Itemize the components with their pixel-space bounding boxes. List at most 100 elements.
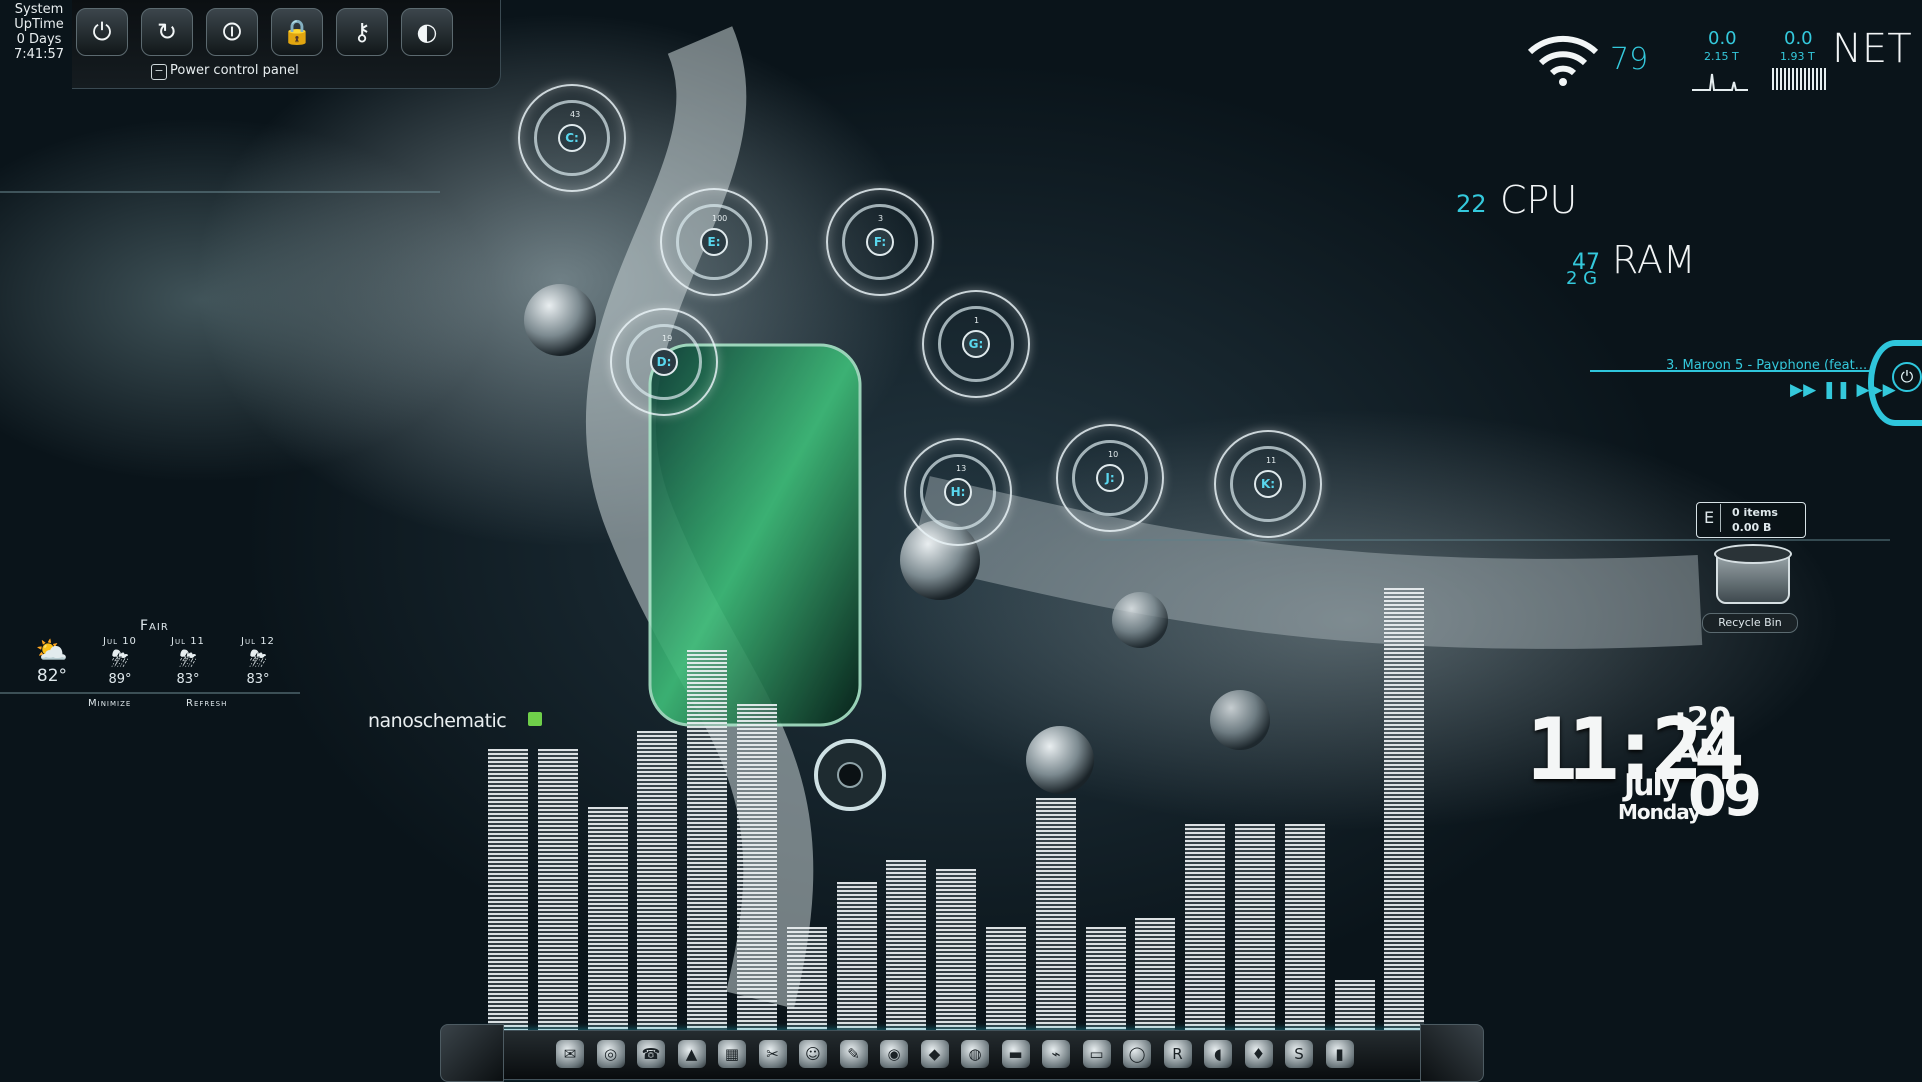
drive-j-meter[interactable]: 10 J: bbox=[1056, 424, 1164, 532]
scissors-icon[interactable]: ✂ bbox=[758, 1040, 787, 1068]
download-graph bbox=[1692, 73, 1748, 91]
visualizer-bar bbox=[1335, 980, 1375, 1034]
visualizer-bar bbox=[1135, 918, 1175, 1034]
trash-icon[interactable] bbox=[1714, 544, 1792, 604]
net-label: NET bbox=[1832, 26, 1912, 72]
visualizer-bar bbox=[837, 882, 877, 1034]
stone-icon[interactable]: ◖ bbox=[1204, 1040, 1232, 1068]
visualizer-bar bbox=[1086, 927, 1126, 1034]
drive-icon[interactable]: ▭ bbox=[1082, 1040, 1111, 1068]
clock-month: July bbox=[1624, 768, 1680, 803]
storm-icon: ⛈ bbox=[179, 647, 197, 672]
r-icon[interactable]: R bbox=[1163, 1040, 1192, 1068]
cpu-value: 22 bbox=[1456, 190, 1487, 218]
shutdown-button[interactable]: ⏻ bbox=[76, 8, 128, 56]
weather-temp: 89° bbox=[108, 672, 132, 687]
net-upload-rate: 0.0 bbox=[1784, 28, 1813, 49]
finder-icon[interactable]: ✉ bbox=[556, 1040, 584, 1068]
visualizer-bar bbox=[1384, 588, 1424, 1034]
weather-current-temp: 82° bbox=[36, 666, 68, 686]
drop-icon[interactable]: ♦ bbox=[1244, 1040, 1273, 1068]
weather-refresh-button[interactable]: Refresh bbox=[186, 698, 227, 709]
drive-usage: 10 bbox=[1108, 450, 1119, 459]
visualizer-bar bbox=[637, 731, 677, 1034]
sleep-button[interactable]: ⏼ bbox=[206, 8, 258, 56]
net-download-rate: 0.0 bbox=[1708, 28, 1737, 49]
visualizer-bar bbox=[588, 807, 628, 1034]
film-icon[interactable]: ▬ bbox=[1001, 1040, 1030, 1068]
dock-right-cap bbox=[1420, 1024, 1484, 1082]
alien-icon[interactable]: ◉ bbox=[880, 1040, 908, 1068]
drive-letter: C: bbox=[558, 124, 586, 152]
drive-letter: H: bbox=[944, 478, 972, 506]
drive-usage: 19 bbox=[662, 334, 673, 343]
recycle-bin-size: 0.00 B bbox=[1732, 521, 1772, 534]
calendar-icon[interactable]: ▦ bbox=[718, 1040, 746, 1068]
restart-button[interactable]: ↻ bbox=[141, 8, 193, 56]
drive-c-meter[interactable]: 43 C: bbox=[518, 84, 626, 192]
collapse-panel-button[interactable]: − bbox=[151, 64, 167, 80]
drive-h-meter[interactable]: 13 H: bbox=[904, 438, 1012, 546]
drive-f-meter[interactable]: 3 F: bbox=[826, 188, 934, 296]
drive-g-meter[interactable]: 1 G: bbox=[922, 290, 1030, 398]
half-circle-icon: ◐ bbox=[416, 18, 438, 46]
drive-letter: E: bbox=[700, 228, 728, 256]
audio-visualizer bbox=[488, 588, 1436, 1034]
drive-e-meter[interactable]: 100 E: bbox=[660, 188, 768, 296]
media-power-icon[interactable]: ⏻ bbox=[1892, 362, 1922, 392]
phone-icon[interactable]: ☎ bbox=[637, 1040, 665, 1068]
target-icon[interactable]: ◍ bbox=[961, 1040, 989, 1068]
drive-k-meter[interactable]: 11 K: bbox=[1214, 430, 1322, 538]
logoff-button[interactable]: ⚷ bbox=[336, 8, 388, 56]
paint-icon[interactable]: ✎ bbox=[839, 1040, 868, 1068]
upload-graph bbox=[1772, 68, 1826, 90]
standby-icon: ⏼ bbox=[222, 18, 242, 46]
net-upload-total: 1.93 T bbox=[1780, 50, 1815, 63]
tag-icon[interactable]: ◆ bbox=[920, 1040, 949, 1068]
dock-left-cap bbox=[440, 1024, 504, 1082]
drive-letter: G: bbox=[962, 330, 990, 358]
drive-d-meter[interactable]: 19 D: bbox=[610, 308, 718, 416]
visualizer-bar bbox=[687, 650, 727, 1034]
visualizer-bar bbox=[538, 749, 578, 1034]
drive-usage: 13 bbox=[956, 464, 967, 473]
usb-icon[interactable]: ⌁ bbox=[1042, 1040, 1070, 1068]
lock-button[interactable]: 🔒 bbox=[271, 8, 323, 56]
visualizer-bar bbox=[936, 869, 976, 1034]
weather-day: Jul 10 ⛈ 89° bbox=[90, 636, 150, 687]
ram-size: 2 G bbox=[1566, 268, 1598, 289]
ram-label: RAM bbox=[1612, 238, 1696, 282]
smile-icon[interactable]: ☺ bbox=[799, 1040, 827, 1068]
weather-date: Jul 10 bbox=[103, 636, 137, 647]
storm-icon: ⛈ bbox=[111, 647, 129, 672]
hibernate-button[interactable]: ◐ bbox=[401, 8, 453, 56]
visualizer-bar bbox=[737, 704, 777, 1034]
trash-icon[interactable]: ▮ bbox=[1325, 1040, 1354, 1068]
visualizer-bar bbox=[886, 860, 926, 1034]
visualizer-bar bbox=[1285, 824, 1325, 1034]
weather-minimize-button[interactable]: Minimize bbox=[88, 698, 131, 709]
cone-icon[interactable]: ▲ bbox=[677, 1040, 706, 1068]
drive-letter: D: bbox=[650, 348, 678, 376]
recycle-bin-label[interactable]: Recycle Bin bbox=[1702, 613, 1798, 633]
disk-icon[interactable]: ◎ bbox=[596, 1040, 625, 1068]
dvd-icon[interactable]: ◯ bbox=[1123, 1040, 1151, 1068]
partly-cloudy-icon: ⛅ bbox=[35, 636, 69, 666]
key-icon: ⚷ bbox=[353, 18, 371, 46]
power-icon: ⏻ bbox=[92, 18, 112, 46]
drive-usage: 11 bbox=[1266, 456, 1277, 465]
weather-date: Jul 12 bbox=[241, 636, 275, 647]
visualizer-bar bbox=[787, 927, 827, 1034]
weather-temp: 83° bbox=[246, 672, 270, 687]
power-panel-label: Power control panel bbox=[170, 63, 299, 78]
visualizer-bar bbox=[1185, 824, 1225, 1034]
weather-date: Jul 11 bbox=[171, 636, 205, 647]
weather-day: Jul 12 ⛈ 83° bbox=[228, 636, 288, 687]
recycle-bin-drive: E bbox=[1698, 504, 1721, 532]
lock-icon: 🔒 bbox=[282, 18, 312, 46]
weather-temp: 83° bbox=[176, 672, 200, 687]
uptime-readout: System UpTime 0 Days 7:41:57 bbox=[8, 2, 70, 62]
visualizer-bar bbox=[1235, 824, 1275, 1034]
nanoschematic-title: nanoschematic bbox=[368, 710, 507, 732]
skype-icon[interactable]: S bbox=[1285, 1040, 1313, 1068]
